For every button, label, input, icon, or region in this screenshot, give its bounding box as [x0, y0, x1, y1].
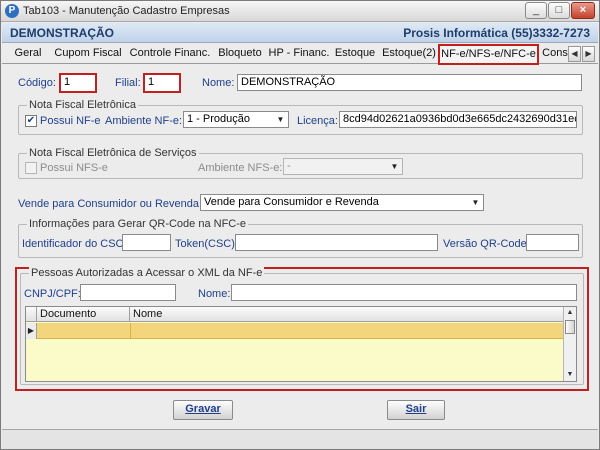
- tab-bloqueto[interactable]: Bloqueto: [215, 45, 265, 64]
- title-bar: P Tab103 - Manutenção Cadastro Empresas …: [1, 1, 599, 22]
- grid-indicator-header: [26, 307, 37, 322]
- tab-geral[interactable]: Geral: [8, 45, 48, 64]
- main-window: P Tab103 - Manutenção Cadastro Empresas …: [0, 0, 600, 450]
- codigo-field[interactable]: 1: [59, 73, 97, 93]
- vendor-info: Prosis Informática (55)3332-7273: [403, 26, 590, 40]
- company-name: DEMONSTRAÇÃO: [10, 26, 114, 40]
- scroll-up-icon[interactable]: ▲: [564, 307, 576, 319]
- tab-cupom-fiscal[interactable]: Cupom Fiscal: [52, 45, 124, 64]
- save-button[interactable]: Gravar: [173, 400, 233, 420]
- table-row[interactable]: ▶: [26, 323, 564, 339]
- minimize-button[interactable]: _: [525, 2, 547, 19]
- nome-field[interactable]: DEMONSTRAÇÃO: [237, 74, 582, 91]
- xml-nome-label: Nome:: [198, 288, 231, 300]
- nome-label: Nome:: [202, 77, 235, 89]
- tab-cons[interactable]: Cons: [542, 45, 568, 64]
- company-header: DEMONSTRAÇÃO Prosis Informática (55)3332…: [2, 23, 598, 43]
- nfe-group-title: Nota Fiscal Eletrônica: [27, 99, 138, 111]
- exit-button[interactable]: Sair: [387, 400, 445, 420]
- chevron-down-icon: ▼: [390, 162, 399, 171]
- csc-id-label: Identificador do CSC:: [22, 238, 127, 250]
- versao-qrcode-label: Versão QR-Code:: [443, 238, 530, 250]
- licenca-field[interactable]: 8cd94d02621a0936bd0d3e665dc2432690d31ecf…: [339, 111, 577, 128]
- codigo-label: Código:: [18, 77, 56, 89]
- ambiente-nfse-label: Ambiente NFS-e:: [198, 162, 283, 174]
- tab-estoque-2[interactable]: Estoque(2): [381, 45, 437, 64]
- filial-field[interactable]: 1: [143, 73, 181, 93]
- chevron-down-icon: ▼: [471, 198, 480, 207]
- qrcode-group-title: Informações para Gerar QR-Code na NFC-e: [27, 218, 249, 230]
- versao-qrcode-field[interactable]: [526, 234, 579, 251]
- grid-column-documento[interactable]: Documento: [37, 307, 130, 322]
- scroll-down-icon[interactable]: ▼: [564, 369, 576, 381]
- chevron-down-icon: ▼: [276, 115, 285, 124]
- possui-nfe-label: Possui NF-e: [40, 115, 101, 127]
- tab-nfe-nfse-nfce[interactable]: NF-e/NFS-e/NFC-e: [438, 44, 539, 65]
- tab-scroll-right-icon[interactable]: ▶: [582, 46, 595, 62]
- token-field[interactable]: [235, 234, 438, 251]
- tab-hp-financ[interactable]: HP - Financ.: [268, 45, 330, 64]
- window-title: Tab103 - Manutenção Cadastro Empresas: [23, 5, 230, 17]
- grid-cell-divider: [130, 323, 131, 339]
- tab-strip: Geral Cupom Fiscal Controle Financ. Bloq…: [2, 44, 598, 65]
- venda-value: Vende para Consumidor e Revenda: [204, 196, 379, 208]
- status-bar: [2, 429, 598, 449]
- ambiente-nfe-label: Ambiente NF-e:: [105, 115, 183, 127]
- ambiente-nfe-select[interactable]: 1 - Produção ▼: [183, 111, 289, 128]
- venda-label: Vende para Consumidor ou Revenda:: [18, 198, 203, 210]
- row-indicator-icon: ▶: [26, 323, 37, 339]
- ambiente-nfse-select[interactable]: - ▼: [283, 158, 403, 175]
- scroll-thumb[interactable]: [565, 320, 575, 334]
- ambiente-nfse-value: -: [287, 160, 291, 172]
- app-icon: P: [5, 4, 19, 18]
- token-label: Token(CSC):: [175, 238, 238, 250]
- grid-column-nome[interactable]: Nome: [130, 307, 564, 322]
- filial-label: Filial:: [115, 77, 141, 89]
- possui-nfse-checkbox[interactable]: [25, 162, 37, 174]
- licenca-label: Licença:: [297, 115, 338, 127]
- xml-nome-field[interactable]: [231, 284, 577, 301]
- tab-estoque[interactable]: Estoque: [333, 45, 377, 64]
- cnpj-field[interactable]: [80, 284, 176, 301]
- csc-id-field[interactable]: [122, 234, 171, 251]
- grid-scrollbar[interactable]: ▲ ▼: [563, 307, 576, 381]
- close-button[interactable]: ×: [571, 2, 595, 19]
- maximize-button[interactable]: □: [548, 2, 570, 19]
- nfse-group-title: Nota Fiscal Eletrônica de Serviços: [27, 147, 199, 159]
- tab-controle-financ[interactable]: Controle Financ.: [128, 45, 212, 64]
- authorized-grid[interactable]: Documento Nome ▶ ▲ ▼: [25, 306, 577, 382]
- ambiente-nfe-value: 1 - Produção: [187, 113, 250, 125]
- tab-scroll-left-icon[interactable]: ◀: [568, 46, 581, 62]
- venda-select[interactable]: Vende para Consumidor e Revenda ▼: [200, 194, 484, 211]
- cnpj-label: CNPJ/CPF:: [24, 288, 81, 300]
- xml-access-group-title: Pessoas Autorizadas a Acessar o XML da N…: [29, 267, 265, 279]
- possui-nfe-checkbox[interactable]: ✔: [25, 115, 37, 127]
- grid-header: Documento Nome: [26, 307, 564, 322]
- possui-nfse-label: Possui NFS-e: [40, 162, 108, 174]
